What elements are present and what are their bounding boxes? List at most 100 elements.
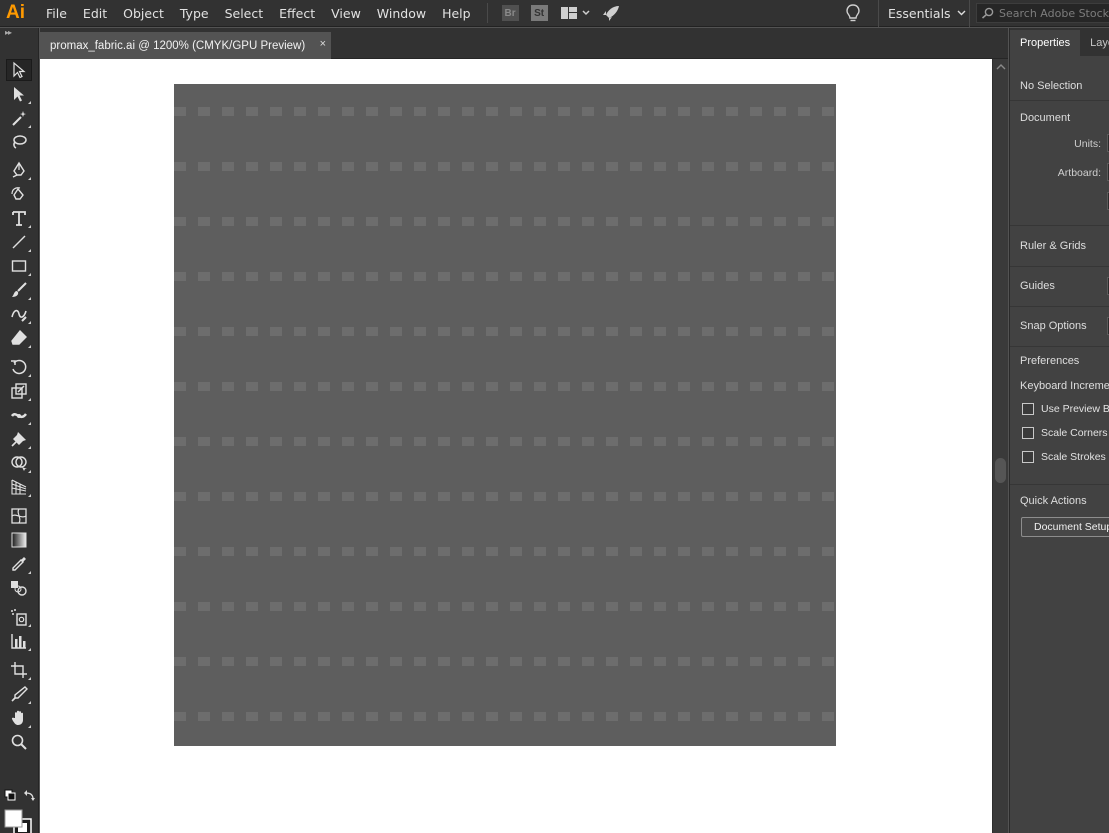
pattern-square xyxy=(294,602,306,611)
width-tool[interactable] xyxy=(6,404,32,426)
artboard-icon xyxy=(11,662,27,678)
default-fill-stroke-icon[interactable] xyxy=(4,789,16,801)
scale-strokes-effects-checkbox[interactable]: Scale Strokes & Effects xyxy=(1022,451,1109,463)
menu-file[interactable]: File xyxy=(38,0,75,27)
properties-tabs: Properties Layers xyxy=(1010,28,1109,56)
pattern-square xyxy=(678,162,690,171)
rectangle-tool[interactable] xyxy=(6,255,32,277)
menu-edit[interactable]: Edit xyxy=(75,0,115,27)
pattern-square xyxy=(270,272,282,281)
pattern-square xyxy=(174,547,186,556)
scroll-up-icon[interactable] xyxy=(996,63,1006,73)
pattern-square xyxy=(534,492,546,501)
tab-layers[interactable]: Layers xyxy=(1080,30,1109,56)
bridge-button[interactable]: Br xyxy=(501,0,519,27)
stock-button[interactable]: St xyxy=(530,0,548,27)
pattern-square xyxy=(750,382,762,391)
pattern-square xyxy=(654,382,666,391)
white-arrow-icon xyxy=(14,87,24,102)
eyedropper-tool[interactable] xyxy=(6,553,32,575)
slice-tool[interactable] xyxy=(6,683,32,705)
canvas[interactable] xyxy=(40,59,992,833)
artboard[interactable] xyxy=(174,84,836,746)
pattern-square xyxy=(222,382,234,391)
mesh-tool[interactable] xyxy=(6,505,32,527)
document-tab-bar: promax_fabric.ai @ 1200% (CMYK/GPU Previ… xyxy=(40,28,1008,59)
properties-panel: Properties Layers No Selection Document … xyxy=(1009,28,1109,833)
close-icon[interactable]: × xyxy=(320,38,326,50)
menu-select[interactable]: Select xyxy=(217,0,272,27)
menu-view[interactable]: View xyxy=(323,0,369,27)
zoom-tool[interactable] xyxy=(6,731,32,753)
pattern-square xyxy=(630,272,642,281)
arrange-documents-button[interactable] xyxy=(560,0,590,27)
document-setup-button[interactable]: Document Setup xyxy=(1021,517,1109,537)
paintbrush-tool[interactable] xyxy=(6,279,32,301)
pattern-square xyxy=(318,712,330,721)
rotate-tool[interactable] xyxy=(6,356,32,378)
puppet-warp-tool[interactable] xyxy=(6,428,32,450)
shape-builder-tool[interactable] xyxy=(6,452,32,474)
pattern-square xyxy=(174,217,186,226)
shaper-tool[interactable] xyxy=(6,303,32,325)
pattern-square xyxy=(438,602,450,611)
blend-tool[interactable] xyxy=(6,577,32,599)
pattern-square xyxy=(822,437,834,446)
scale-corners-checkbox[interactable]: Scale Corners xyxy=(1022,427,1108,439)
gpu-performance-button[interactable] xyxy=(602,0,620,27)
menu-window[interactable]: Window xyxy=(369,0,434,27)
pattern-square xyxy=(630,712,642,721)
pattern-square xyxy=(198,492,210,501)
pattern-square xyxy=(798,327,810,336)
hand-tool[interactable] xyxy=(6,707,32,729)
selection-tool[interactable] xyxy=(6,59,32,81)
pattern-square xyxy=(294,657,306,666)
stock-search[interactable] xyxy=(976,3,1109,23)
pattern-square xyxy=(366,217,378,226)
pattern-square xyxy=(414,217,426,226)
pattern-square xyxy=(606,327,618,336)
tab-properties[interactable]: Properties xyxy=(1010,30,1081,56)
pattern-square xyxy=(390,272,402,281)
whats-new-button[interactable] xyxy=(844,3,862,26)
document-tab[interactable]: promax_fabric.ai @ 1200% (CMYK/GPU Previ… xyxy=(40,32,331,59)
fill-swatch[interactable] xyxy=(4,809,23,828)
panel-collapse-icon[interactable]: ▸▸ xyxy=(0,28,38,40)
column-graph-tool[interactable] xyxy=(6,630,32,652)
curvature-tool[interactable] xyxy=(6,183,32,205)
eraser-tool[interactable] xyxy=(6,327,32,349)
pattern-square xyxy=(414,712,426,721)
checkbox-box[interactable] xyxy=(1022,427,1034,439)
pattern-square xyxy=(294,272,306,281)
artboard-tool[interactable] xyxy=(6,659,32,681)
pattern-square xyxy=(774,492,786,501)
search-input[interactable] xyxy=(999,6,1109,20)
swap-fill-stroke-icon[interactable] xyxy=(24,790,35,801)
menu-effect[interactable]: Effect xyxy=(271,0,323,27)
gradient-tool[interactable] xyxy=(6,529,32,551)
workspace-switcher[interactable]: Essentials xyxy=(878,0,970,27)
scale-tool[interactable] xyxy=(6,380,32,402)
pen-tool[interactable] xyxy=(6,159,32,181)
lasso-tool[interactable] xyxy=(6,131,32,153)
line-segment-tool[interactable] xyxy=(6,231,32,253)
pattern-square xyxy=(678,107,690,116)
scroll-thumb[interactable] xyxy=(995,458,1006,483)
menu-help[interactable]: Help xyxy=(434,0,479,27)
checkbox-box[interactable] xyxy=(1022,403,1034,415)
perspective-grid-tool[interactable] xyxy=(6,476,32,498)
type-tool[interactable] xyxy=(6,207,32,229)
menu-type[interactable]: Type xyxy=(172,0,217,27)
direct-selection-tool[interactable] xyxy=(6,83,32,105)
use-preview-bounds-checkbox[interactable]: Use Preview Bounds xyxy=(1022,403,1109,415)
pattern-square xyxy=(318,547,330,556)
pattern-square xyxy=(318,602,330,611)
vertical-scrollbar[interactable] xyxy=(992,59,1008,833)
menu-object[interactable]: Object xyxy=(115,0,172,27)
pattern-square xyxy=(774,437,786,446)
pattern-square xyxy=(654,547,666,556)
checkbox-box[interactable] xyxy=(1022,451,1034,463)
symbol-sprayer-tool[interactable] xyxy=(6,606,32,628)
rectangle-icon xyxy=(11,260,27,272)
magic-wand-tool[interactable] xyxy=(6,107,32,129)
